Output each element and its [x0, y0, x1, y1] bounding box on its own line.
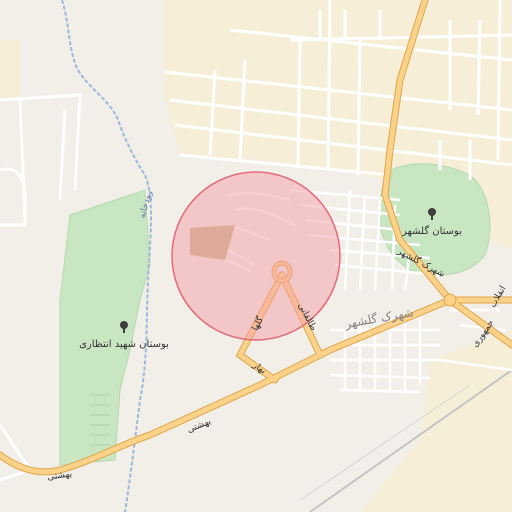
map-svg: بوستان گلشهر بوستان شهید انتظاری شهرک گل…: [0, 0, 512, 512]
park-label-entezari: بوستان شهید انتظاری: [79, 339, 169, 350]
map-canvas[interactable]: بوستان گلشهر بوستان شهید انتظاری شهرک گل…: [0, 0, 512, 512]
residential-area-west: [0, 40, 20, 100]
junction: [443, 293, 457, 307]
location-radius-marker[interactable]: [171, 171, 341, 341]
park-label-golshahr: بوستان گلشهر: [401, 225, 462, 237]
